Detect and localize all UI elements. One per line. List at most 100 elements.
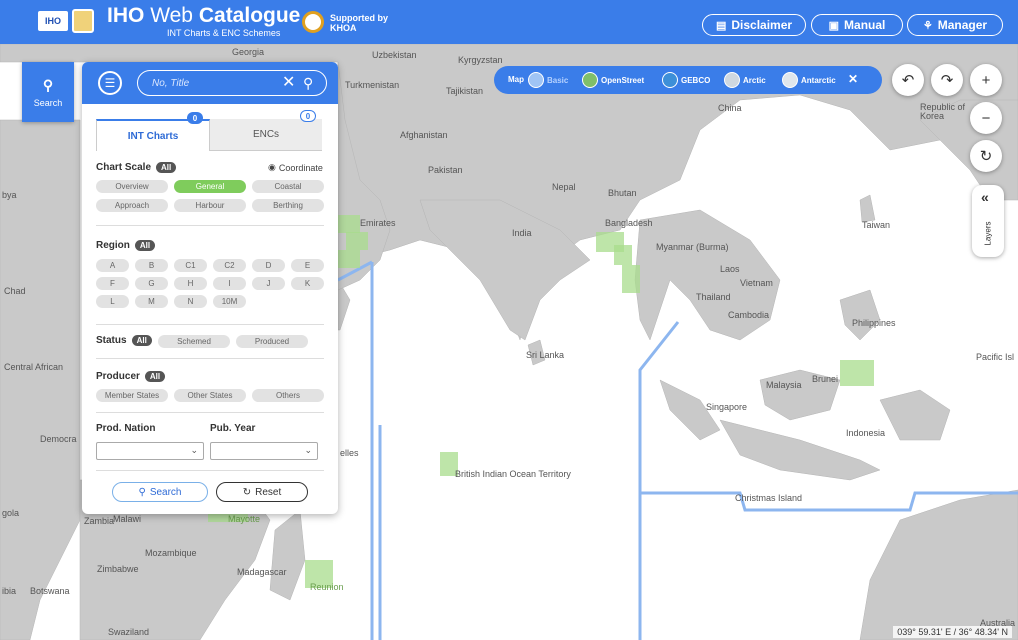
status-all-toggle[interactable]: All — [131, 335, 152, 346]
double-chevron-left-icon: « — [981, 189, 989, 205]
manual-button[interactable]: ▣ Manual — [811, 14, 903, 36]
globe-icon — [528, 72, 544, 88]
zoom-out-button[interactable]: − — [970, 102, 1002, 134]
region-option[interactable]: K — [291, 277, 324, 290]
region-option[interactable]: L — [96, 295, 129, 308]
undo-button[interactable]: ↶ — [892, 64, 924, 96]
title-bold: IHO — [107, 4, 145, 27]
scale-option[interactable]: Overview — [96, 180, 168, 193]
reset-view-button[interactable]: ↻ — [970, 140, 1002, 172]
basemap-option-arctic[interactable]: Arctic — [724, 71, 766, 89]
khoa-logo — [302, 11, 324, 33]
map-label: Zimbabwe — [97, 564, 139, 574]
scale-option[interactable]: Berthing — [252, 199, 324, 212]
basemap-option-openstreet[interactable]: OpenStreet — [582, 71, 644, 89]
scale-option[interactable]: General — [174, 180, 246, 193]
prod-nation-label: Prod. Nation — [96, 423, 156, 434]
region-all-toggle[interactable]: All — [134, 240, 156, 251]
map-label: Indonesia — [846, 428, 886, 438]
tab-encs[interactable]: ENCs 0 — [210, 110, 322, 151]
map-label: Malaysia — [766, 380, 802, 390]
producer-all-toggle[interactable]: All — [144, 371, 166, 382]
search-button-label: Search — [149, 486, 182, 498]
map-label: Nepal — [552, 182, 576, 192]
region-option[interactable]: I — [213, 277, 246, 290]
region-option[interactable]: G — [135, 277, 168, 290]
scale-option[interactable]: Coastal — [252, 180, 324, 193]
basemap-option-antarctic[interactable]: Antarctic — [782, 71, 836, 89]
map-label: Thailand — [696, 292, 731, 302]
supported-line2: KHOA — [330, 23, 357, 33]
region-option[interactable]: A — [96, 259, 129, 272]
manual-label: Manual — [844, 18, 886, 32]
map-label: Republic of Korea — [920, 102, 966, 121]
basemap-option-gebco[interactable]: GEBCO — [662, 71, 710, 89]
layers-toggle[interactable]: « Layers — [972, 185, 1004, 257]
map-label: gola — [2, 508, 20, 518]
zoom-in-button[interactable]: + — [970, 64, 1002, 96]
region-option[interactable]: C2 — [213, 259, 246, 272]
search-toggle-label: Search — [33, 97, 63, 108]
tab-label: ENCs — [252, 129, 280, 140]
disclaimer-button[interactable]: ▤ Disclaimer — [702, 14, 806, 36]
map-label: Cambodia — [728, 310, 770, 320]
iho-logo: IHO — [38, 11, 68, 31]
chart-scale-all-toggle[interactable]: All — [156, 162, 177, 173]
scale-option[interactable]: Harbour — [174, 199, 246, 212]
status-option[interactable]: Produced — [236, 335, 308, 348]
basemap-option-basic[interactable]: Basic — [528, 71, 568, 89]
clear-icon[interactable]: ✕ — [282, 74, 295, 92]
region-option[interactable]: F — [96, 277, 129, 290]
map-label: Pakistan — [428, 165, 463, 175]
reset-button[interactable]: ↻ Reset — [216, 482, 308, 502]
map-label: Mayotte — [228, 514, 261, 524]
scale-option[interactable]: Approach — [96, 199, 168, 212]
map-label: elles — [340, 448, 359, 458]
rotate-icon: ↻ — [979, 148, 993, 165]
producer-option[interactable]: Others — [252, 389, 324, 402]
panel-header: ☰ ✕ ⚲ — [82, 62, 338, 104]
basemap-label: Arctic — [743, 75, 766, 85]
undo-icon: ↶ — [901, 72, 915, 89]
prod-nation-select[interactable]: ⌄ — [96, 442, 204, 460]
map-label: Chad — [4, 286, 26, 296]
tab-int-charts[interactable]: INT Charts 0 — [96, 112, 210, 151]
region-option[interactable]: B — [135, 259, 168, 272]
layers-label: Layers — [983, 221, 993, 246]
region-option[interactable]: 10M — [213, 295, 246, 308]
chevron-down-icon: ⌄ — [304, 445, 312, 455]
globe-icon — [582, 72, 598, 88]
map-label: Tajikistan — [446, 86, 484, 96]
basemap-label: GEBCO — [681, 75, 711, 85]
manager-button[interactable]: ⚘ Manager — [907, 14, 1003, 36]
list-menu-icon[interactable]: ☰ — [98, 71, 122, 95]
map-label: China — [718, 103, 742, 113]
search-input[interactable] — [152, 75, 272, 91]
status-option[interactable]: Schemed — [158, 335, 230, 348]
map-label: Madagascar — [237, 567, 287, 577]
region-option[interactable]: C1 — [174, 259, 207, 272]
region-option[interactable]: H — [174, 277, 207, 290]
map-label: Botswana — [30, 586, 70, 596]
search-toggle-button[interactable]: ⚲ Search — [22, 62, 74, 122]
section-label: Status — [96, 335, 127, 346]
producer-option[interactable]: Other States — [174, 389, 246, 402]
region-option[interactable]: E — [291, 259, 324, 272]
pub-year-label: Pub. Year — [210, 423, 256, 434]
network-icon: ⚘ — [922, 19, 933, 32]
pub-year-select[interactable]: ⌄ — [210, 442, 318, 460]
divider — [96, 412, 324, 413]
search-icon[interactable]: ⚲ — [303, 74, 313, 92]
close-icon[interactable]: ✕ — [848, 72, 858, 86]
coordinate-button[interactable]: ◉ Coordinate — [268, 162, 323, 173]
redo-button[interactable]: ↷ — [931, 64, 963, 96]
search-submit-button[interactable]: ⚲ Search — [112, 482, 208, 502]
region-option[interactable]: J — [252, 277, 285, 290]
map-label: ibia — [2, 586, 17, 596]
map-label: Bhutan — [608, 188, 637, 198]
map-label: Georgia — [232, 47, 265, 57]
producer-option[interactable]: Member States — [96, 389, 168, 402]
region-option[interactable]: D — [252, 259, 285, 272]
region-option[interactable]: N — [174, 295, 207, 308]
region-option[interactable]: M — [135, 295, 168, 308]
